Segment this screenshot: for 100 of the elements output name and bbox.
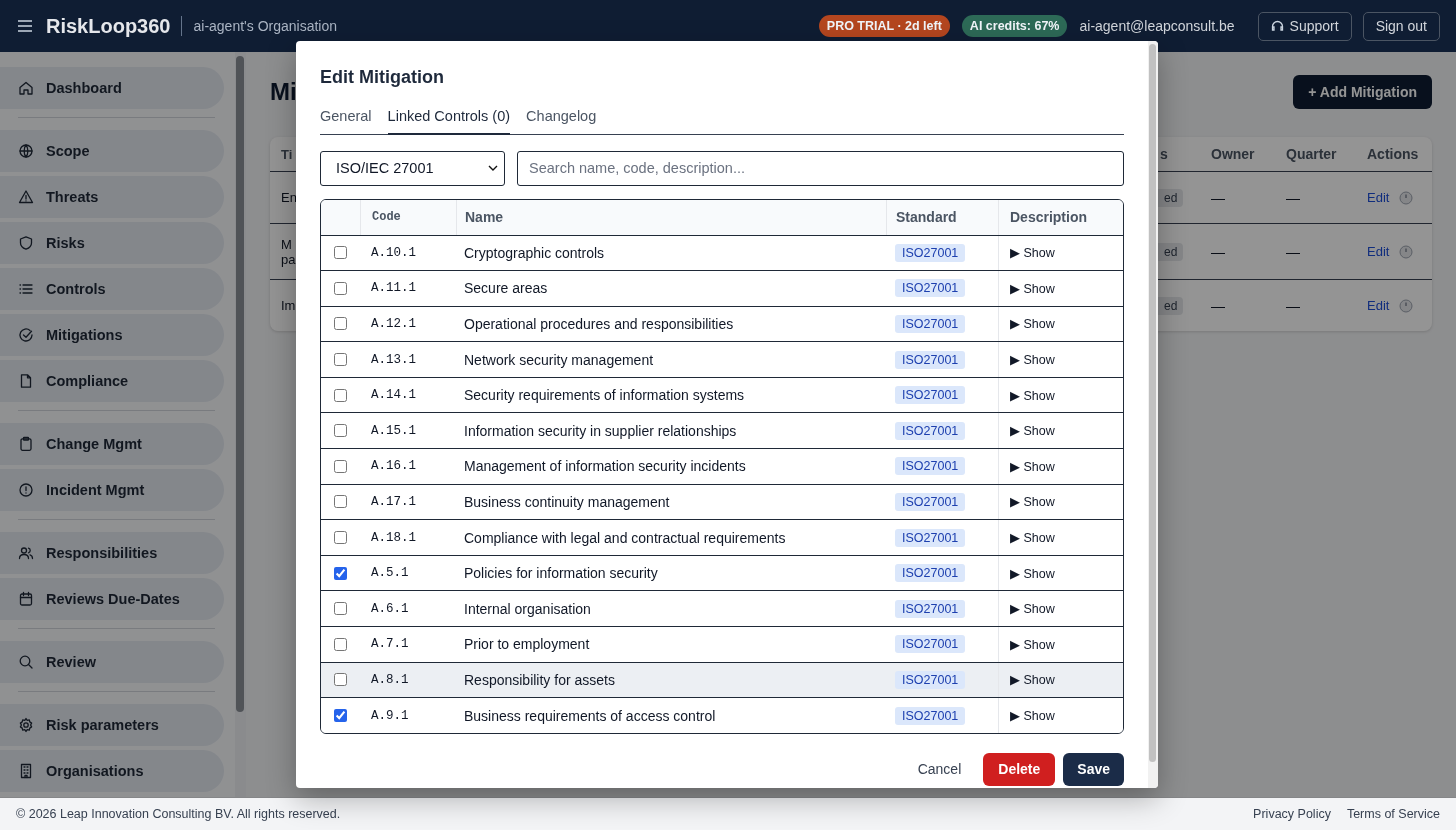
row-checkbox[interactable]: [334, 459, 347, 473]
standard-select[interactable]: ISO/IEC 27001: [320, 150, 505, 186]
row-checkbox[interactable]: [334, 637, 347, 651]
sidebar-item[interactable]: Incident Mgmt: [0, 469, 224, 511]
app-name: RiskLoop360: [46, 14, 171, 38]
row-checkbox[interactable]: [334, 602, 347, 616]
show-description-link[interactable]: ▶ Show: [1010, 316, 1055, 332]
row-checkbox[interactable]: [334, 353, 347, 367]
tab[interactable]: Linked Controls (0): [387, 104, 511, 135]
standard-badge: ISO27001: [895, 635, 966, 654]
row-checkbox[interactable]: [334, 531, 347, 545]
chevron-down-icon: [488, 165, 498, 171]
headset-icon: [1270, 20, 1284, 32]
table-cell: Policies for information security: [464, 565, 658, 582]
tab[interactable]: Changelog: [526, 104, 597, 135]
standard-badge: ISO27001: [895, 457, 966, 476]
show-description-link[interactable]: ▶ Show: [1010, 636, 1055, 652]
sidebar-item[interactable]: Organisations: [0, 750, 224, 792]
column-header: s: [1159, 146, 1169, 162]
cal-icon: [18, 591, 34, 607]
sidebar-item[interactable]: Compliance: [0, 360, 224, 402]
show-description-link[interactable]: ▶ Show: [1010, 458, 1055, 474]
standard-badge: ISO27001: [895, 350, 966, 369]
tab[interactable]: General: [320, 104, 372, 135]
sidebar-item[interactable]: Controls: [0, 268, 224, 310]
organisation-name: ai-agent's Organisation: [193, 18, 338, 34]
table-cell: A.7.1: [371, 637, 409, 652]
show-description-link[interactable]: ▶ Show: [1010, 672, 1055, 688]
row-checkbox[interactable]: [334, 388, 347, 402]
show-description-link[interactable]: ▶ Show: [1010, 423, 1055, 439]
footer-link[interactable]: Privacy Policy: [1253, 807, 1331, 821]
show-description-link[interactable]: ▶ Show: [1010, 494, 1055, 510]
alert-icon: [18, 482, 34, 498]
row-checkbox[interactable]: [334, 673, 347, 687]
table-cell: Prior to employment: [464, 636, 590, 653]
user-email: ai-agent@leapconsult.be: [1079, 18, 1235, 34]
column-header: Name: [465, 209, 504, 225]
save-button[interactable]: Save: [1063, 752, 1124, 786]
table-cell: A.6.1: [371, 601, 409, 616]
sidebar-item[interactable]: Risks: [0, 222, 224, 264]
sidebar-item[interactable]: Review: [0, 641, 224, 683]
table-cell: —: [1211, 189, 1225, 206]
standard-badge: ISO27001: [895, 386, 966, 405]
edit-link[interactable]: Edit: [1367, 244, 1390, 259]
sidebar-item[interactable]: Reviews Due-Dates: [0, 578, 224, 620]
column-header: Code: [372, 210, 401, 224]
cancel-button[interactable]: Cancel: [917, 752, 962, 786]
table-cell: Cryptographic controls: [464, 244, 605, 261]
table-cell: A.17.1: [371, 494, 416, 509]
standard-badge: ISO27001: [895, 279, 966, 298]
row-checkbox[interactable]: [334, 424, 347, 438]
row-checkbox[interactable]: [334, 566, 347, 580]
show-description-link[interactable]: ▶ Show: [1010, 245, 1055, 261]
menu-icon[interactable]: [18, 20, 32, 32]
show-description-link[interactable]: ▶ Show: [1010, 530, 1055, 546]
page-title: Mi: [270, 78, 297, 106]
sidebar-item[interactable]: Dashboard: [0, 67, 224, 109]
copyright-text: © 2026 Leap Innovation Consulting BV. All rights reserved.: [16, 807, 341, 821]
support-button[interactable]: Support: [1257, 11, 1352, 41]
table-cell: Secure areas: [464, 280, 548, 297]
column-header: Ti: [280, 146, 294, 162]
show-description-link[interactable]: ▶ Show: [1010, 352, 1055, 368]
sidebar-item[interactable]: Responsibilities: [0, 532, 224, 574]
status-badge: AI credits: 67%: [961, 15, 1068, 37]
row-checkbox[interactable]: [334, 317, 347, 331]
show-description-link[interactable]: ▶ Show: [1010, 601, 1055, 617]
table-cell: —: [1286, 189, 1300, 206]
table-cell: Internal organisation: [464, 600, 591, 617]
footer-link[interactable]: Terms of Service: [1346, 807, 1440, 821]
show-description-link[interactable]: ▶ Show: [1010, 387, 1055, 403]
sidebar-item[interactable]: Risk parameters: [0, 704, 224, 746]
table-cell: —: [1211, 297, 1225, 314]
row-checkbox[interactable]: [334, 709, 347, 722]
table-cell: A.10.1: [371, 245, 416, 260]
add-mitigation-button[interactable]: + Add Mitigation: [1293, 75, 1432, 109]
edit-link[interactable]: Edit: [1367, 190, 1390, 205]
show-description-link[interactable]: ▶ Show: [1010, 708, 1055, 723]
sidebar-item[interactable]: Mitigations: [0, 314, 224, 356]
scrollbar[interactable]: [236, 56, 244, 712]
row-checkbox[interactable]: [334, 495, 347, 509]
warn-icon: [18, 189, 34, 205]
delete-button[interactable]: Delete: [983, 752, 1056, 786]
table-cell: A.13.1: [371, 352, 416, 367]
row-checkbox[interactable]: [334, 281, 347, 295]
table-cell: En: [281, 190, 297, 205]
show-description-link[interactable]: ▶ Show: [1010, 280, 1055, 296]
sidebar-item[interactable]: Threats: [0, 176, 224, 218]
table-cell: Network security management: [464, 351, 654, 368]
sign-out-button[interactable]: Sign out: [1362, 11, 1440, 41]
sidebar-item[interactable]: Scope: [0, 130, 224, 172]
edit-link[interactable]: Edit: [1367, 298, 1390, 313]
table-cell: Business continuity management: [464, 493, 670, 510]
table-cell: M: [281, 236, 292, 252]
table-cell: Management of information security incidents: [464, 458, 746, 475]
scrollbar[interactable]: [1149, 44, 1156, 762]
show-description-link[interactable]: ▶ Show: [1010, 565, 1055, 581]
table-cell: —: [1286, 243, 1300, 260]
sidebar-item[interactable]: Change Mgmt: [0, 423, 224, 465]
search-field[interactable]: Search name, code, description...: [517, 150, 1124, 186]
row-checkbox[interactable]: [334, 246, 347, 260]
